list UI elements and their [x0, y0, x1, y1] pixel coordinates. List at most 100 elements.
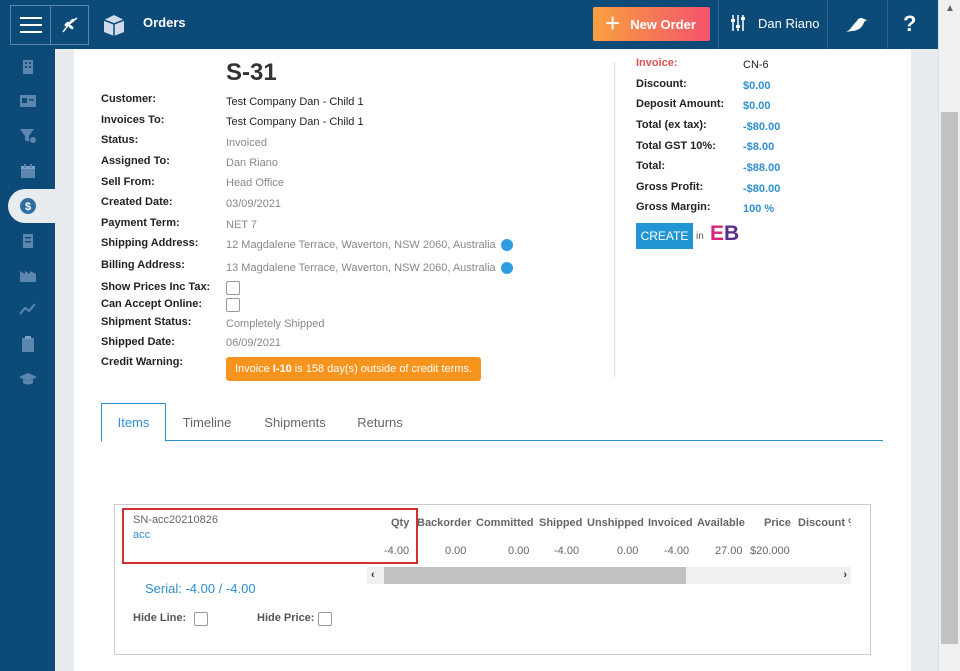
factory-icon	[19, 271, 36, 282]
sidebar-item-documents[interactable]	[0, 227, 55, 255]
sliders-icon	[731, 15, 745, 31]
divider	[827, 0, 828, 49]
warning-prefix: Invoice	[234, 363, 270, 375]
field-label: Shipment Status:	[101, 316, 192, 328]
scroll-left-arrow-icon[interactable]: ‹	[371, 569, 375, 581]
contact-card-icon	[19, 95, 36, 107]
map-link-icon[interactable]	[501, 239, 513, 251]
tab-returns[interactable]: Returns	[348, 403, 412, 441]
main-menu-button[interactable]	[10, 5, 89, 45]
show-prices-inc-tax-checkbox[interactable]	[226, 281, 240, 295]
status-value: Invoiced	[226, 137, 267, 149]
scrollbar-thumb[interactable]	[941, 112, 958, 644]
invoice-link[interactable]: CN-6	[743, 59, 769, 71]
page-scrollbar[interactable]: ▲	[938, 0, 960, 671]
new-order-button[interactable]: + New Order	[593, 7, 710, 41]
field-label: Assigned To:	[101, 155, 170, 167]
serial-link[interactable]: Serial: -4.00 / -4.00	[145, 581, 256, 596]
in-label: in	[696, 231, 704, 242]
discount-value: $0.00	[743, 80, 771, 92]
hamburger-icon[interactable]	[11, 6, 51, 44]
sidebar-item-sales[interactable]: $	[0, 192, 55, 220]
sidebar-item-contacts[interactable]	[0, 87, 55, 115]
sidebar-item-manufacturing[interactable]	[0, 261, 55, 289]
cell-available: 27.00	[715, 545, 743, 557]
sidebar-item-company[interactable]	[0, 53, 55, 81]
cell-price: $20.000	[750, 545, 790, 557]
logo-leaf-icon	[51, 6, 88, 44]
tab-items[interactable]: Items	[101, 403, 166, 442]
scroll-right-arrow-icon[interactable]: ›	[843, 569, 847, 581]
invoices-to-value: Test Company Dan - Child 1	[226, 116, 364, 128]
total-ex-tax-value: -$80.00	[743, 121, 781, 133]
hide-line-checkbox[interactable]	[194, 612, 208, 626]
can-accept-online-checkbox[interactable]	[226, 298, 240, 312]
deposit-label: Deposit Amount:	[636, 98, 725, 110]
column-header-discount: Discount %	[798, 517, 851, 529]
order-number: S-31	[226, 59, 277, 86]
hide-line-label: Hide Line:	[133, 612, 187, 624]
assigned-to-value: Dan Riano	[226, 157, 278, 169]
column-header-invoiced: Invoiced	[648, 517, 693, 529]
gross-profit-label: Gross Profit:	[636, 181, 704, 193]
column-header-backorder: Backorder	[417, 517, 472, 529]
total-label: Total:	[636, 160, 666, 172]
sidebar-item-tasks[interactable]	[0, 330, 55, 358]
scroll-up-arrow-icon[interactable]: ▲	[945, 3, 955, 14]
shipment-status-value: Completely Shipped	[226, 318, 325, 330]
deposit-value: $0.00	[743, 100, 771, 112]
chart-line-icon	[18, 303, 36, 315]
billing-address-value: 13 Magdalene Terrace, Waverton, NSW 2060…	[226, 262, 496, 274]
table-horizontal-scrollbar[interactable]: ‹ ›	[367, 567, 851, 584]
eb-logo[interactable]: EB	[710, 222, 739, 246]
total-ex-tax-label: Total (ex tax):	[636, 119, 707, 131]
field-label: Payment Term:	[101, 217, 180, 229]
tab-timeline[interactable]: Timeline	[172, 403, 242, 441]
bird-icon[interactable]	[843, 12, 869, 38]
field-label: Created Date:	[101, 196, 173, 208]
field-label: Sell From:	[101, 176, 155, 188]
credit-warning-badge[interactable]: Invoice I-10 is 158 day(s) outside of cr…	[226, 357, 481, 381]
svg-text:$: $	[24, 201, 30, 213]
field-label: Show Prices Inc Tax:	[101, 281, 211, 293]
help-button[interactable]: ?	[903, 11, 916, 37]
building-icon	[22, 60, 33, 74]
cell-invoiced: -4.00	[664, 545, 690, 557]
created-date-value: 03/09/2021	[226, 198, 282, 210]
field-label: Shipped Date:	[101, 336, 175, 348]
field-label: Status:	[101, 134, 139, 146]
gst-value: -$8.00	[743, 141, 775, 153]
divider	[718, 0, 719, 49]
hide-price-label: Hide Price:	[257, 612, 315, 624]
warning-invoice-number: I-10	[272, 363, 292, 375]
tab-shipments[interactable]: Shipments	[254, 403, 336, 441]
warning-text: is 158 day(s) outside of credit terms.	[294, 363, 473, 375]
user-menu[interactable]: Dan Riano	[730, 14, 819, 32]
scrollbar-thumb[interactable]	[384, 567, 686, 584]
sidebar-item-products[interactable]	[0, 122, 55, 150]
cell-qty: -4.00	[384, 545, 410, 557]
gross-margin-value: 100 %	[743, 203, 775, 215]
column-header-price: Price	[764, 517, 791, 529]
hide-price-checkbox[interactable]	[318, 612, 332, 626]
sidebar-item-training[interactable]	[0, 365, 55, 393]
cell-shipped: -4.00	[554, 545, 580, 557]
sidebar-item-reports[interactable]	[0, 295, 55, 323]
field-label: Can Accept Online:	[101, 298, 203, 310]
create-button[interactable]: CREATE	[636, 223, 693, 249]
field-label: Billing Address:	[101, 259, 185, 271]
field-label: Customer:	[101, 93, 157, 105]
sidebar: $	[0, 49, 55, 671]
cell-unshipped: 0.00	[617, 545, 639, 557]
gross-profit-value: -$80.00	[743, 183, 781, 195]
funnel-icon	[19, 129, 36, 143]
field-label: Invoices To:	[101, 114, 165, 126]
new-order-label: New Order	[630, 16, 696, 32]
divider	[887, 0, 888, 49]
item-name-link[interactable]: acc	[133, 529, 150, 541]
map-link-icon[interactable]	[501, 262, 513, 274]
document-icon	[22, 234, 33, 248]
sidebar-item-calendar[interactable]	[0, 157, 55, 185]
user-name: Dan Riano	[758, 15, 820, 31]
dollar-coin-icon: $	[19, 198, 36, 214]
